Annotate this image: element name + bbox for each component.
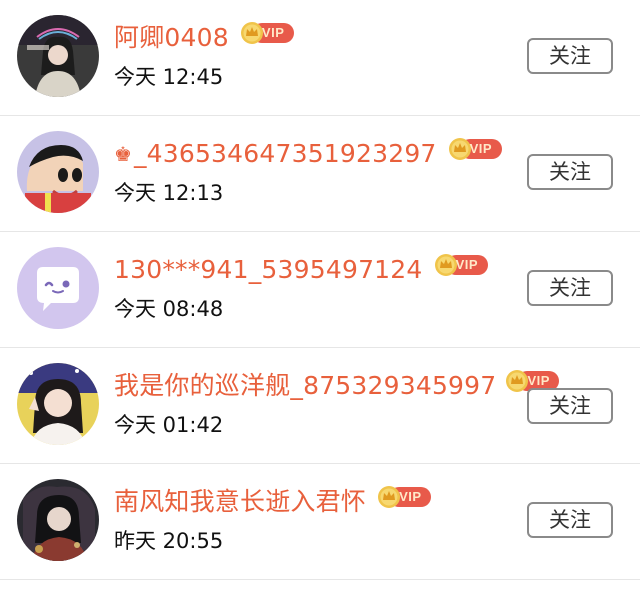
username-line: 南风知我意长逝入君怀 VIP [114,484,432,520]
list-item[interactable]: ♚_436534647351923297 VIP 今天 12:13 关注 [0,116,640,232]
username-line: ♚_436534647351923297 VIP [114,136,502,172]
follow-time: 昨天 20:55 [114,529,224,553]
vip-badge: VIP [377,485,432,509]
avatar[interactable] [17,15,99,97]
follow-button[interactable]: 关注 [527,154,613,190]
follow-time: 今天 12:13 [114,181,224,205]
follow-button[interactable]: 关注 [527,270,613,306]
follower-list: 阿卿0408 VIP 今天 12:45 关注 ♚_436534647351923… [0,0,640,595]
follow-button[interactable]: 关注 [527,502,613,538]
username[interactable]: 我是你的巡洋舰_875329345997 [114,371,496,400]
follow-time: 今天 08:48 [114,297,224,321]
username[interactable]: 南风知我意长逝入君怀 [114,487,366,516]
crown-medal-icon [240,22,263,44]
crown-medal-icon [448,138,471,160]
username[interactable]: 阿卿0408 [114,23,229,52]
username-line: 阿卿0408 VIP [114,20,294,56]
username-line: 我是你的巡洋舰_875329345997 VIP [114,368,560,404]
list-item[interactable]: 阿卿0408 VIP 今天 12:45 关注 [0,0,640,116]
vip-badge: VIP [434,253,488,277]
list-item[interactable]: 130***941_5395497124 VIP 今天 08:48 关注 [0,232,640,348]
follow-time: 今天 01:42 [114,413,224,437]
follow-time: 今天 12:45 [114,65,224,89]
list-item[interactable]: 我是你的巡洋舰_875329345997 VIP 今天 01:42 关注 [0,348,640,464]
avatar[interactable] [17,247,99,329]
crown-medal-icon [378,486,401,508]
crown-medal-icon [506,370,529,392]
avatar[interactable] [17,479,99,561]
crown-medal-icon [434,254,457,276]
username[interactable]: 130***941_5395497124 [114,255,423,284]
avatar[interactable] [17,363,99,445]
username[interactable]: _436534647351923297 [134,139,437,168]
username-line: 130***941_5395497124 VIP [114,252,488,288]
vip-badge: VIP [448,137,502,161]
list-item[interactable]: 南风知我意长逝入君怀 VIP 昨天 20:55 关注 [0,464,640,580]
follow-button[interactable]: 关注 [527,388,613,424]
avatar[interactable] [17,131,99,213]
vip-badge: VIP [240,21,294,45]
follow-button[interactable]: 关注 [527,38,613,74]
crown-icon: ♚ [114,142,132,166]
